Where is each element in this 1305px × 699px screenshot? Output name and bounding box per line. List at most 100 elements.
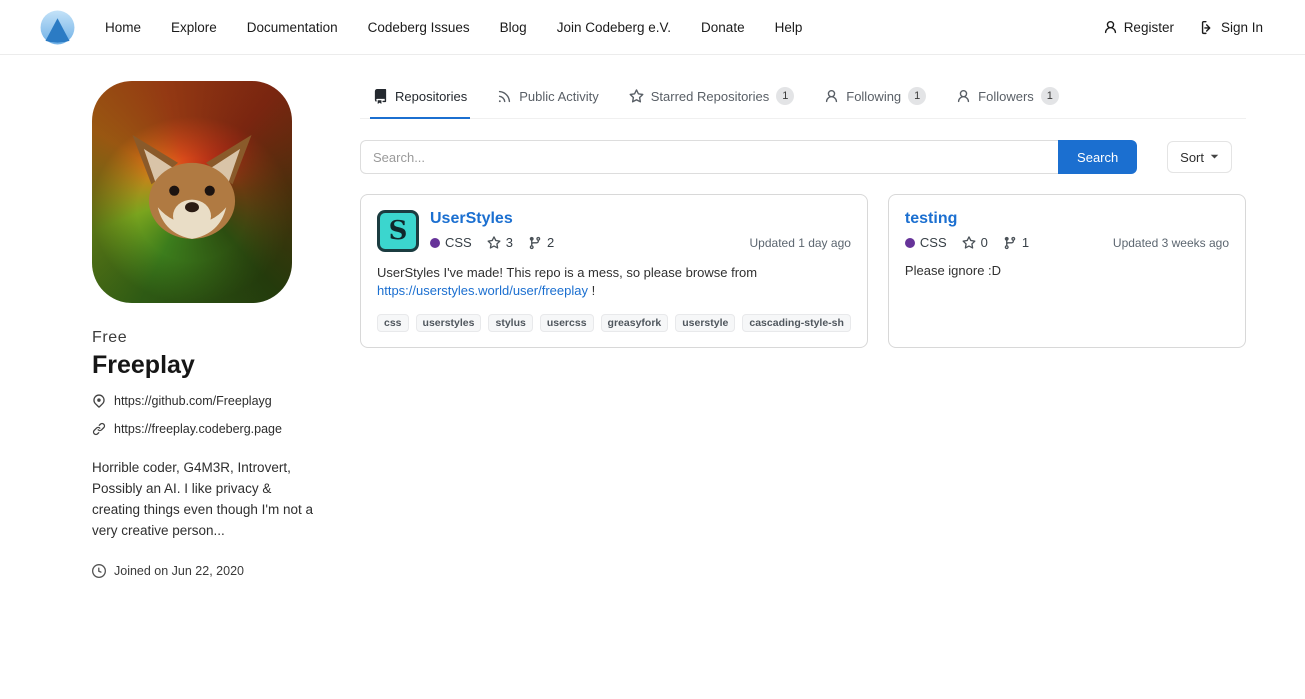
profile-username: Freeplay (92, 351, 322, 380)
tab-starred-repositories[interactable]: Starred Repositories 1 (626, 81, 798, 119)
repo-language: CSS (430, 235, 472, 250)
repo-language-label: CSS (920, 235, 947, 250)
codeberg-logo-icon[interactable] (40, 10, 75, 45)
profile-main: Repositories Public Activity Starred Rep… (360, 81, 1246, 348)
profile-tabs: Repositories Public Activity Starred Rep… (360, 81, 1246, 119)
sign-in-icon (1200, 20, 1215, 35)
profile-location-text: https://github.com/Freeplayg (114, 394, 272, 408)
sort-dropdown[interactable]: Sort (1167, 141, 1232, 173)
repo-description-suffix: ! (588, 283, 595, 298)
repo-card-head: S UserStyles CSS 3 (377, 210, 851, 252)
register-button[interactable]: Register (1103, 20, 1174, 35)
nav-item-help[interactable]: Help (775, 20, 803, 35)
profile-full-name: Free (92, 329, 322, 347)
repo-stars[interactable]: 0 (962, 235, 988, 250)
person-icon (824, 89, 839, 104)
tab-followers[interactable]: Followers 1 (953, 81, 1062, 119)
repo-stars[interactable]: 3 (487, 235, 513, 250)
repo-title-link[interactable]: UserStyles (430, 210, 513, 227)
topic-tag[interactable]: css (377, 314, 409, 332)
repo-updated-timestamp: Updated 1 day ago (750, 236, 851, 250)
repo-description: Please ignore :D (905, 262, 1229, 280)
repo-updated-timestamp: Updated 3 weeks ago (1113, 236, 1229, 250)
tab-repositories-label: Repositories (395, 89, 467, 104)
clock-icon (92, 564, 106, 578)
repo-forks-count: 1 (1022, 235, 1029, 250)
repo-head-right: UserStyles CSS 3 (430, 210, 851, 252)
nav-item-donate[interactable]: Donate (701, 20, 745, 35)
repo-description-link[interactable]: https://userstyles.world/user/freeplay (377, 283, 588, 298)
star-icon (629, 89, 644, 104)
profile-joined-text: Joined on Jun 22, 2020 (114, 564, 244, 578)
tab-public-activity[interactable]: Public Activity (494, 81, 601, 119)
repo-head-right: testing CSS 0 (905, 210, 1229, 250)
repo-description-text: UserStyles I've made! This repo is a mes… (377, 265, 757, 280)
tab-repositories[interactable]: Repositories (370, 81, 470, 119)
repo-card-grid: S UserStyles CSS 3 (360, 194, 1246, 348)
link-icon (92, 422, 106, 436)
repo-title-link[interactable]: testing (905, 210, 957, 227)
nav-item-join-codeberg[interactable]: Join Codeberg e.V. (557, 20, 671, 35)
repo-avatar-userstyles: S (377, 210, 419, 252)
topic-tag[interactable]: userstyles (416, 314, 482, 332)
nav-item-documentation[interactable]: Documentation (247, 20, 338, 35)
search-group: Search (360, 140, 1137, 174)
star-icon (962, 236, 976, 250)
profile-website-link[interactable]: https://freeplay.codeberg.page (114, 422, 282, 436)
repo-stars-count: 3 (506, 235, 513, 250)
git-fork-icon (1003, 236, 1017, 250)
repo-meta-row: CSS 3 2 Updated 1 day ago (430, 235, 851, 250)
repo-card: testing CSS 0 (888, 194, 1246, 348)
starred-count-badge: 1 (776, 87, 794, 105)
sign-in-button[interactable]: Sign In (1200, 20, 1263, 35)
repo-forks[interactable]: 1 (1003, 235, 1029, 250)
tab-following[interactable]: Following 1 (821, 81, 929, 119)
location-pin-icon (92, 394, 106, 408)
tab-starred-repositories-label: Starred Repositories (651, 89, 770, 104)
profile-sidebar: Free Freeplay https://github.com/Freepla… (92, 81, 322, 578)
profile-website-row: https://freeplay.codeberg.page (92, 422, 322, 436)
search-input[interactable] (360, 140, 1058, 174)
repo-stars-count: 0 (981, 235, 988, 250)
repo-meta-row: CSS 0 1 Updated 3 weeks ago (905, 235, 1229, 250)
profile-location-row: https://github.com/Freeplayg (92, 394, 322, 408)
nav-item-codeberg-issues[interactable]: Codeberg Issues (368, 20, 470, 35)
fox-photo (116, 116, 268, 268)
repo-language: CSS (905, 235, 947, 250)
profile-avatar (92, 81, 292, 303)
chevron-down-icon (1210, 154, 1219, 160)
followers-count-badge: 1 (1041, 87, 1059, 105)
person-icon (1103, 20, 1118, 35)
repo-icon (373, 89, 388, 104)
person-icon (956, 89, 971, 104)
language-dot-icon (905, 238, 915, 248)
star-icon (487, 236, 501, 250)
page-container: Free Freeplay https://github.com/Freepla… (0, 55, 1305, 578)
repo-forks-count: 2 (547, 235, 554, 250)
nav-item-home[interactable]: Home (105, 20, 141, 35)
topic-tag[interactable]: stylus (488, 314, 532, 332)
profile-joined-row: Joined on Jun 22, 2020 (92, 564, 322, 578)
repo-card: S UserStyles CSS 3 (360, 194, 868, 348)
tab-followers-label: Followers (978, 89, 1034, 104)
topic-tag[interactable]: greasyfork (601, 314, 669, 332)
repo-card-head: testing CSS 0 (905, 210, 1229, 250)
nav-item-explore[interactable]: Explore (171, 20, 217, 35)
topic-tag[interactable]: userstyle (675, 314, 735, 332)
sort-label: Sort (1180, 150, 1204, 165)
repo-forks[interactable]: 2 (528, 235, 554, 250)
rss-icon (497, 89, 512, 104)
top-navbar: Home Explore Documentation Codeberg Issu… (0, 0, 1305, 55)
repo-topics: css userstyles stylus usercss greasyfork… (377, 301, 851, 332)
nav-auth-area: Register Sign In (1103, 20, 1263, 35)
topic-tag[interactable]: usercss (540, 314, 594, 332)
nav-item-blog[interactable]: Blog (500, 20, 527, 35)
repo-language-label: CSS (445, 235, 472, 250)
git-fork-icon (528, 236, 542, 250)
nav-links: Home Explore Documentation Codeberg Issu… (105, 20, 802, 35)
search-button[interactable]: Search (1058, 140, 1137, 174)
following-count-badge: 1 (908, 87, 926, 105)
register-label: Register (1124, 20, 1174, 35)
tab-public-activity-label: Public Activity (519, 89, 598, 104)
topic-tag[interactable]: cascading-style-sh (742, 314, 851, 332)
